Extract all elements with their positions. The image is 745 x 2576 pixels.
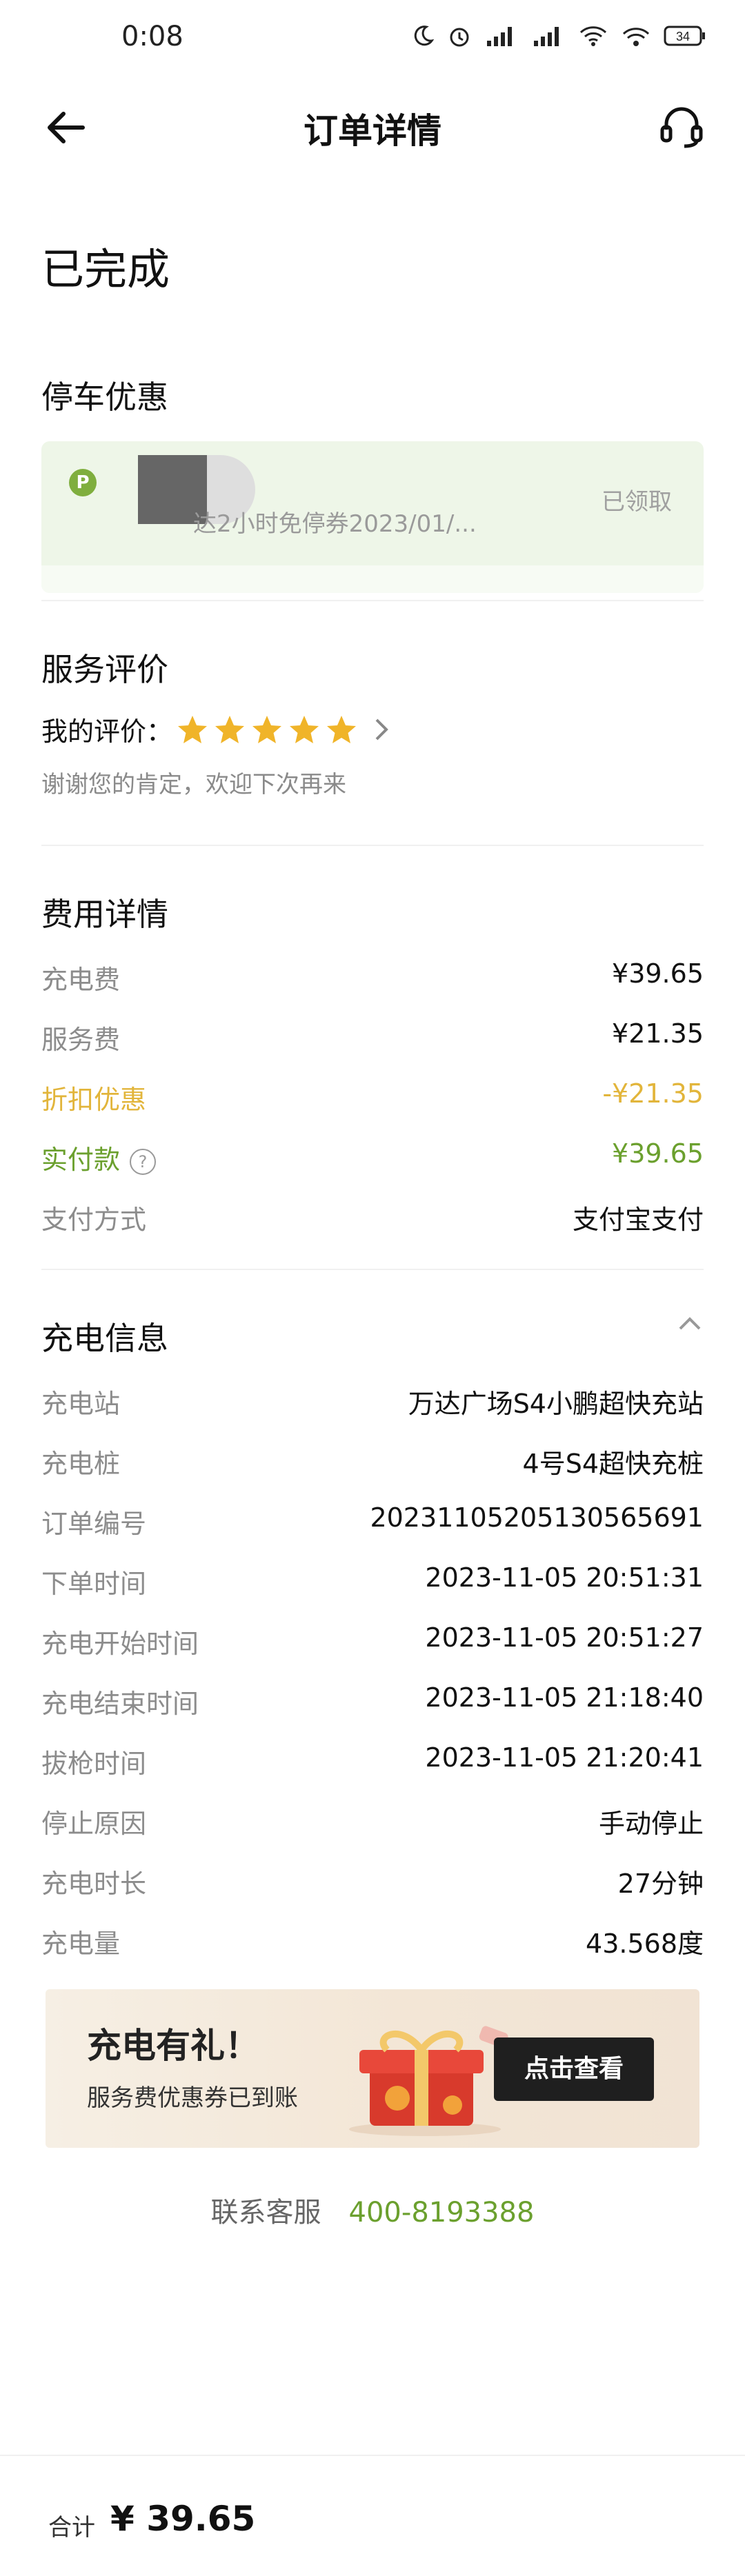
moon-icon: [414, 26, 435, 46]
charge-value: 2023-11-05 20:51:27: [425, 1622, 704, 1653]
my-rating-label: 我的评价：: [41, 716, 173, 747]
order-status: 已完成: [41, 244, 170, 294]
charge-value: 43.568度: [586, 1929, 704, 1959]
charge-label: 订单编号: [41, 1509, 147, 1539]
charge-value: 手动停止: [598, 1809, 704, 1839]
star-icon: [252, 715, 282, 743]
fee-value: ¥39.65: [612, 958, 704, 989]
parking-coupon-card[interactable]: P 达2小时免停券2023/01/... 已领取: [41, 441, 704, 593]
charging-section-title: 充电信息: [41, 1320, 168, 1357]
battery-level: 34: [676, 30, 690, 43]
fee-label-paid: 实付款?: [41, 1138, 157, 1176]
fee-row-paid: 实付款? ¥39.65: [41, 1138, 704, 1180]
status-time: 0:08: [121, 21, 183, 52]
charge-row-order-time: 下单时间 2023-11-05 20:51:31: [41, 1562, 704, 1604]
charge-value[interactable]: 20231105205130565691: [370, 1502, 704, 1533]
charge-label: 充电时长: [41, 1869, 147, 1899]
bottom-total-bar: 合计 ¥ 39.65: [0, 2455, 745, 2576]
star-icon: [215, 715, 245, 743]
parking-p-icon: P: [69, 469, 97, 496]
charge-value: 2023-11-05 21:18:40: [425, 1682, 704, 1713]
help-question-icon[interactable]: ?: [130, 1148, 157, 1175]
contact-label: 联系客服: [210, 2197, 321, 2228]
battery-icon: 34: [664, 26, 705, 46]
divider: [41, 600, 704, 601]
charge-label: 充电结束时间: [41, 1689, 199, 1719]
fee-label: 充电费: [41, 965, 121, 995]
fee-row-payment-method: 支付方式 支付宝支付: [41, 1198, 704, 1240]
charge-row-energy: 充电量 43.568度: [41, 1922, 704, 1964]
star-icon: [178, 715, 208, 743]
customer-service-icon[interactable]: [657, 102, 706, 152]
fee-label: 服务费: [41, 1025, 121, 1055]
charge-row-unplug-time: 拔枪时间 2023-11-05 21:20:41: [41, 1742, 704, 1784]
charge-value: 2023-11-05 20:51:31: [425, 1562, 704, 1593]
total-label: 合计: [48, 2514, 95, 2542]
promo-subtitle: 服务费优惠券已到账: [87, 2084, 298, 2112]
fee-label: 实付款: [41, 1145, 121, 1175]
signal-hd-icon: [487, 27, 512, 46]
promo-title: 充电有礼！: [87, 2026, 259, 2066]
charge-row-duration: 充电时长 27分钟: [41, 1862, 704, 1904]
promo-banner[interactable]: 充电有礼！ 服务费优惠券已到账 点击查看: [46, 1989, 699, 2148]
contact-service[interactable]: 联系客服 400-8193388: [0, 2190, 745, 2230]
review-note: 谢谢您的肯定，欢迎下次再来: [41, 771, 346, 798]
hotspot-icon: [622, 28, 650, 46]
top-navbar: 订单详情: [0, 76, 745, 186]
charge-label: 充电量: [41, 1929, 121, 1959]
fees-section-title: 费用详情: [41, 896, 168, 933]
charge-row-station: 充电站 万达广场S4小鹏超快充站: [41, 1382, 704, 1424]
fee-value: -¥21.35: [602, 1078, 704, 1109]
charge-label: 拔枪时间: [41, 1749, 147, 1779]
fee-value: 支付宝支付: [572, 1205, 704, 1235]
chevron-up-icon[interactable]: [676, 1314, 704, 1334]
wifi-icon: [579, 26, 607, 46]
charge-label: 充电桩: [41, 1449, 121, 1479]
fee-row-charging: 充电费 ¥39.65: [41, 958, 704, 1000]
charge-label: 充电站: [41, 1389, 121, 1419]
star-icon: [327, 715, 357, 743]
rating-stars: [177, 714, 357, 745]
star-icon: [290, 715, 319, 743]
chevron-right-icon[interactable]: [371, 716, 392, 743]
fee-value: ¥39.65: [612, 1138, 704, 1169]
status-icons: 34: [411, 23, 706, 48]
charge-value: 万达广场S4小鹏超快充站: [408, 1389, 704, 1419]
fee-row-discount: 折扣优惠 -¥21.35: [41, 1078, 704, 1120]
charge-row-start-time: 充电开始时间 2023-11-05 20:51:27: [41, 1622, 704, 1664]
charge-label: 充电开始时间: [41, 1629, 199, 1659]
fee-value: ¥21.35: [612, 1018, 704, 1049]
divider: [41, 1269, 704, 1270]
fee-label: 折扣优惠: [41, 1085, 147, 1115]
view-now-button[interactable]: 点击查看: [494, 2037, 654, 2101]
charge-label: 下单时间: [41, 1569, 147, 1599]
coupon-status: 已领取: [602, 488, 672, 516]
review-section-title: 服务评价: [41, 651, 168, 688]
signal-hd2-icon: [534, 27, 559, 46]
contact-phone-link[interactable]: 400-8193388: [349, 2197, 535, 2228]
charge-row-order-id: 订单编号 20231105205130565691: [41, 1502, 704, 1544]
charge-row-end-time: 充电结束时间 2023-11-05 21:18:40: [41, 1682, 704, 1724]
coupon-bottom-band: [41, 565, 704, 593]
total-amount: ¥ 39.65: [110, 2499, 256, 2539]
charge-value: 4号S4超快充桩: [522, 1449, 704, 1479]
fee-label: 支付方式: [41, 1205, 147, 1235]
charge-row-pile: 充电桩 4号S4超快充桩: [41, 1442, 704, 1484]
my-rating-row[interactable]: 我的评价：: [41, 710, 392, 748]
fee-row-service: 服务费 ¥21.35: [41, 1018, 704, 1060]
page-title: 订单详情: [304, 111, 441, 151]
parking-section-title: 停车优惠: [41, 379, 168, 416]
charge-value: 27分钟: [617, 1869, 704, 1899]
charge-label: 停止原因: [41, 1809, 147, 1839]
charge-row-stop-reason: 停止原因 手动停止: [41, 1802, 704, 1844]
divider: [41, 845, 704, 846]
coupon-text: 达2小时免停券2023/01/...: [193, 510, 477, 538]
alarm-icon: [450, 28, 469, 47]
status-bar: 0:08 34: [0, 0, 745, 76]
charge-value: 2023-11-05 21:20:41: [425, 1742, 704, 1773]
